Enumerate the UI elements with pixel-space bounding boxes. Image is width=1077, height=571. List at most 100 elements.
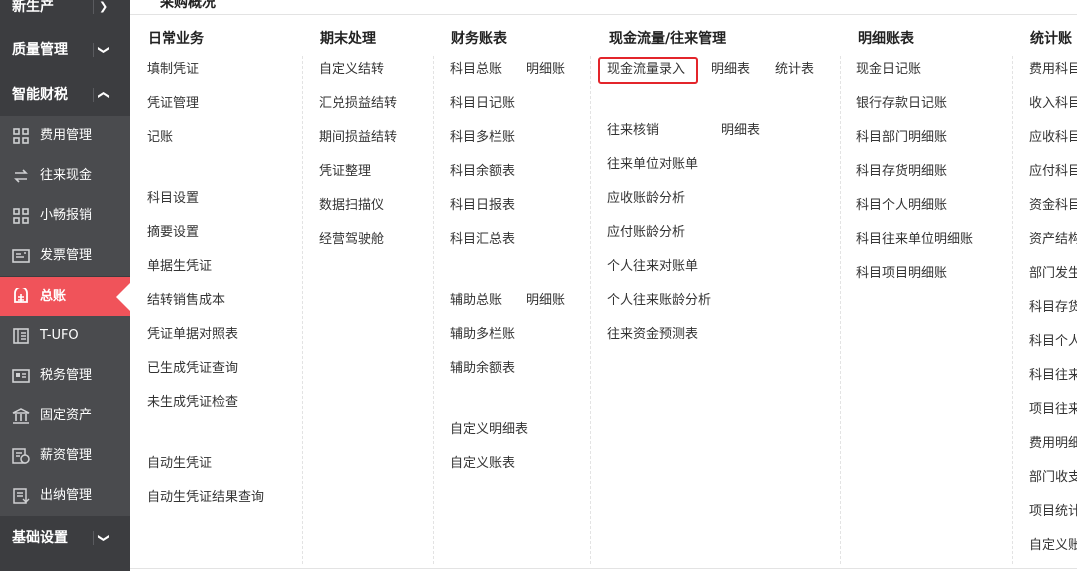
menu-link-stats-item[interactable]: 应收科目 (1029, 129, 1077, 147)
page-title: 采购概况 (160, 0, 216, 11)
menu-link-personal-statement[interactable]: 个人往来对账单 (607, 258, 698, 276)
sidebar-item-label: 费用管理 (40, 128, 93, 143)
nav-group-label: 智能财税 (12, 87, 68, 103)
menu-link-ap-aging[interactable]: 应付账龄分析 (607, 224, 685, 242)
menu-link-data-scanner[interactable]: 数据扫描仪 (319, 197, 384, 215)
menu-link-unit-detail[interactable]: 科目往来单位明细账 (856, 231, 973, 249)
menu-link-aux-multi-column[interactable]: 辅助多栏账 (450, 326, 515, 344)
menu-link-voucher-manage[interactable]: 凭证管理 (147, 95, 199, 113)
menu-link-aux-balance[interactable]: 辅助余额表 (450, 360, 515, 378)
menu-link-writeoff-detail[interactable]: 明细表 (721, 122, 760, 140)
column-title-cashflow: 现金流量/往来管理 (609, 31, 727, 47)
menu-link-dept-detail[interactable]: 科目部门明细账 (856, 129, 947, 147)
nav-group-label: 质量管理 (12, 42, 68, 58)
sidebar-item-label: 发票管理 (40, 248, 93, 263)
menu-link-doc-to-voucher[interactable]: 单据生凭证 (147, 258, 212, 276)
sidebar-item-salary[interactable]: 薪资管理 (0, 436, 130, 476)
menu-link-account-multi-column[interactable]: 科目多栏账 (450, 129, 515, 147)
sidebar-item-reimburse[interactable]: 小畅报销 (0, 196, 130, 236)
invoice-icon (12, 247, 30, 265)
menu-link-ar-aging[interactable]: 应收账龄分析 (607, 190, 685, 208)
chevron-down-icon[interactable]: ❯ (84, 45, 124, 54)
menu-link-carry-sales-cost[interactable]: 结转销售成本 (147, 292, 225, 310)
cashier-icon (12, 487, 30, 505)
nav-group-new-production[interactable]: 新生产 ❯ (0, 0, 130, 27)
chevron-up-icon[interactable]: ❯ (84, 90, 124, 99)
menu-link-account-general-ledger[interactable]: 科目总账 (450, 61, 502, 79)
menu-link-stats-item[interactable]: 项目统计 (1029, 503, 1077, 521)
menu-link-fund-forecast[interactable]: 往来资金预测表 (607, 326, 698, 344)
menu-link-custom-detail[interactable]: 自定义明细表 (450, 421, 528, 439)
menu-link-auto-voucher-result[interactable]: 自动生凭证结果查询 (147, 489, 264, 507)
menu-link-auto-voucher[interactable]: 自动生凭证 (147, 455, 212, 473)
menu-link-stats-item[interactable]: 资产结构 (1029, 231, 1077, 249)
menu-link-voucher-tidy[interactable]: 凭证整理 (319, 163, 371, 181)
grid-icon (12, 207, 30, 225)
menu-link-stats-item[interactable]: 科目存货 (1029, 299, 1077, 317)
menu-link-cashflow-detail[interactable]: 明细表 (711, 61, 750, 79)
menu-link-stats-item[interactable]: 部门收支 (1029, 469, 1077, 487)
sidebar-item-cashier[interactable]: 出纳管理 (0, 476, 130, 516)
menu-link-custom-carryover[interactable]: 自定义结转 (319, 61, 384, 79)
menu-link-account-balance[interactable]: 科目余额表 (450, 163, 515, 181)
menu-link-voucher-doc-compare[interactable]: 凭证单据对照表 (147, 326, 238, 344)
sidebar-item-label: 小畅报销 (40, 208, 93, 223)
ledger-icon (12, 288, 30, 306)
menu-link-aux-general-ledger[interactable]: 辅助总账 (450, 292, 502, 310)
chevron-down-icon[interactable]: ❯ (84, 533, 124, 542)
sidebar-item-label: T-UFO (40, 328, 79, 343)
menu-link-project-detail[interactable]: 科目项目明细账 (856, 265, 947, 283)
nav-group-smart-finance[interactable]: 智能财税 ❯ (0, 75, 130, 115)
sidebar-item-expense[interactable]: 费用管理 (0, 116, 130, 156)
menu-link-aux-detail-ledger[interactable]: 明细账 (526, 292, 565, 310)
menu-link-unit-statement[interactable]: 往来单位对账单 (607, 156, 698, 174)
menu-link-stats-item[interactable]: 费用明细 (1029, 435, 1077, 453)
menu-link-inventory-detail[interactable]: 科目存货明细账 (856, 163, 947, 181)
menu-link-detail-ledger[interactable]: 明细账 (526, 61, 565, 79)
menu-link-custom-ledger[interactable]: 自定义账表 (450, 455, 515, 473)
menu-link-ar-ap-writeoff[interactable]: 往来核销 (607, 122, 659, 140)
menu-link-account-journal[interactable]: 科目日记账 (450, 95, 515, 113)
book-icon (12, 327, 30, 345)
menu-link-fill-voucher[interactable]: 填制凭证 (147, 61, 199, 79)
menu-link-stats-item[interactable]: 项目往来 (1029, 401, 1077, 419)
salary-icon (12, 447, 30, 465)
column-title-financial: 财务账表 (451, 31, 507, 47)
sidebar-item-tax[interactable]: 税务管理 (0, 356, 130, 396)
menu-link-stats-item[interactable]: 费用科目 (1029, 61, 1077, 79)
menu-link-stats-item[interactable]: 部门发生 (1029, 265, 1077, 283)
menu-link-cash-journal[interactable]: 现金日记账 (856, 61, 921, 79)
menu-link-stats-item[interactable]: 收入科目 (1029, 95, 1077, 113)
sidebar-item-fixed-assets[interactable]: 固定资产 (0, 396, 130, 436)
menu-link-ungenerated-voucher-check[interactable]: 未生成凭证检查 (147, 394, 238, 412)
menu-link-account-daily-report[interactable]: 科目日报表 (450, 197, 515, 215)
sidebar-item-tufo[interactable]: T-UFO (0, 316, 130, 356)
menu-link-personal-detail[interactable]: 科目个人明细账 (856, 197, 947, 215)
menu-link-pl-carryover[interactable]: 期间损益结转 (319, 129, 397, 147)
bottom-border (130, 568, 1077, 569)
menu-link-bank-journal[interactable]: 银行存款日记账 (856, 95, 947, 113)
menu-link-account-settings[interactable]: 科目设置 (147, 190, 199, 208)
menu-link-stats-item[interactable]: 科目个人 (1029, 333, 1077, 351)
menu-link-generated-voucher-query[interactable]: 已生成凭证查询 (147, 360, 238, 378)
menu-link-cashflow-stats[interactable]: 统计表 (775, 61, 814, 79)
chevron-down-icon[interactable]: ❯ (99, 0, 108, 27)
sidebar-item-invoice[interactable]: 发票管理 (0, 236, 130, 276)
sidebar-item-general-ledger[interactable]: 总账 (0, 277, 130, 317)
menu-link-personal-aging[interactable]: 个人往来账龄分析 (607, 292, 711, 310)
divider (93, 0, 94, 14)
menu-link-account-summary[interactable]: 科目汇总表 (450, 231, 515, 249)
menu-link-posting[interactable]: 记账 (147, 129, 173, 147)
menu-link-fx-carryover[interactable]: 汇兑损益结转 (319, 95, 397, 113)
menu-link-stats-item[interactable]: 应付科目 (1029, 163, 1077, 181)
nav-group-quality[interactable]: 质量管理 ❯ (0, 30, 130, 70)
nav-group-basic-settings[interactable]: 基础设置 ❯ (0, 518, 130, 558)
menu-link-stats-item[interactable]: 自定义账 (1029, 537, 1077, 555)
menu-link-cashflow-entry[interactable]: 现金流量录入 (607, 61, 685, 79)
sidebar-item-cash[interactable]: 往来现金 (0, 156, 130, 196)
menu-link-stats-item[interactable]: 科目往来 (1029, 367, 1077, 385)
menu-link-cockpit[interactable]: 经营驾驶舱 (319, 231, 384, 249)
menu-link-stats-item[interactable]: 资金科目 (1029, 197, 1077, 215)
sidebar-item-label: 固定资产 (40, 408, 93, 423)
menu-link-summary-settings[interactable]: 摘要设置 (147, 224, 199, 242)
